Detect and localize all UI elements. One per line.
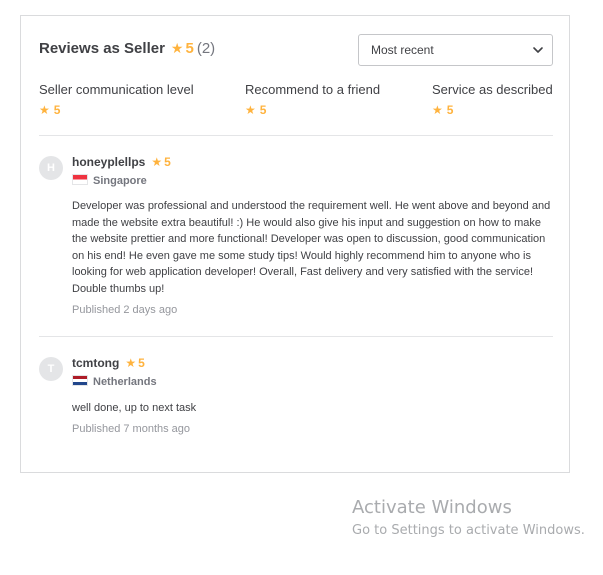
chevron-down-icon <box>533 47 543 53</box>
divider <box>39 135 553 136</box>
breakdown-value: 5 <box>259 103 267 117</box>
breakdown-label: Recommend to a friend <box>245 82 381 97</box>
reviews-title: Reviews as Seller <box>39 40 165 57</box>
review-published-date: Published 7 months ago <box>72 423 191 435</box>
review-text: well done, up to next task <box>72 402 197 414</box>
star-icon: ★ <box>170 40 184 56</box>
singapore-flag-icon <box>72 174 88 185</box>
breakdown-service: Service as described ★ 5 <box>432 82 553 117</box>
watermark-title: Activate Windows <box>352 497 512 518</box>
star-icon: ★ <box>151 155 163 169</box>
page: Reviews as Seller ★ 5 (2) Most recent Selle… <box>0 0 603 575</box>
reviewer-country: Singapore <box>72 174 147 187</box>
overall-rating: 5 <box>185 40 194 57</box>
star-icon: ★ <box>432 103 443 117</box>
star-icon: ★ <box>39 103 50 117</box>
breakdown-recommend: Recommend to a friend ★ 5 <box>245 82 380 117</box>
review-count: (2) <box>196 40 216 57</box>
watermark-subtitle: Go to Settings to activate Windows. <box>352 523 585 538</box>
breakdown-label: Service as described <box>432 82 553 97</box>
review-text: Developer was professional and understoo… <box>72 200 551 295</box>
country-name: Netherlands <box>93 376 157 388</box>
review-published-date: Published 2 days ago <box>72 304 178 316</box>
sort-dropdown[interactable]: Most recent <box>358 34 553 66</box>
reviewer-username[interactable]: tcmtong <box>72 356 119 370</box>
review-rating: 5 <box>164 155 171 169</box>
reviewer-country: Netherlands <box>72 375 157 388</box>
reviews-header: Reviews as Seller ★ 5 (2) <box>39 40 215 57</box>
breakdown-value: 5 <box>446 103 454 117</box>
country-name: Singapore <box>93 175 147 187</box>
star-icon: ★ <box>245 103 256 117</box>
breakdown-label: Seller communication level <box>39 82 194 97</box>
breakdown-value: 5 <box>53 103 61 117</box>
activate-windows-watermark: Activate Windows Go to Settings to activ… <box>352 497 585 538</box>
netherlands-flag-icon <box>72 375 88 386</box>
sort-selected-value: Most recent <box>371 43 434 57</box>
reviews-panel: Reviews as Seller ★ 5 (2) Most recent Selle… <box>20 15 570 473</box>
divider <box>39 336 553 337</box>
avatar[interactable]: H <box>39 156 63 180</box>
reviewer-username[interactable]: honeyplellps <box>72 155 145 169</box>
star-icon: ★ <box>125 356 137 370</box>
breakdown-communication: Seller communication level ★ 5 <box>39 82 194 117</box>
avatar[interactable]: T <box>39 357 63 381</box>
review-rating: 5 <box>138 356 145 370</box>
